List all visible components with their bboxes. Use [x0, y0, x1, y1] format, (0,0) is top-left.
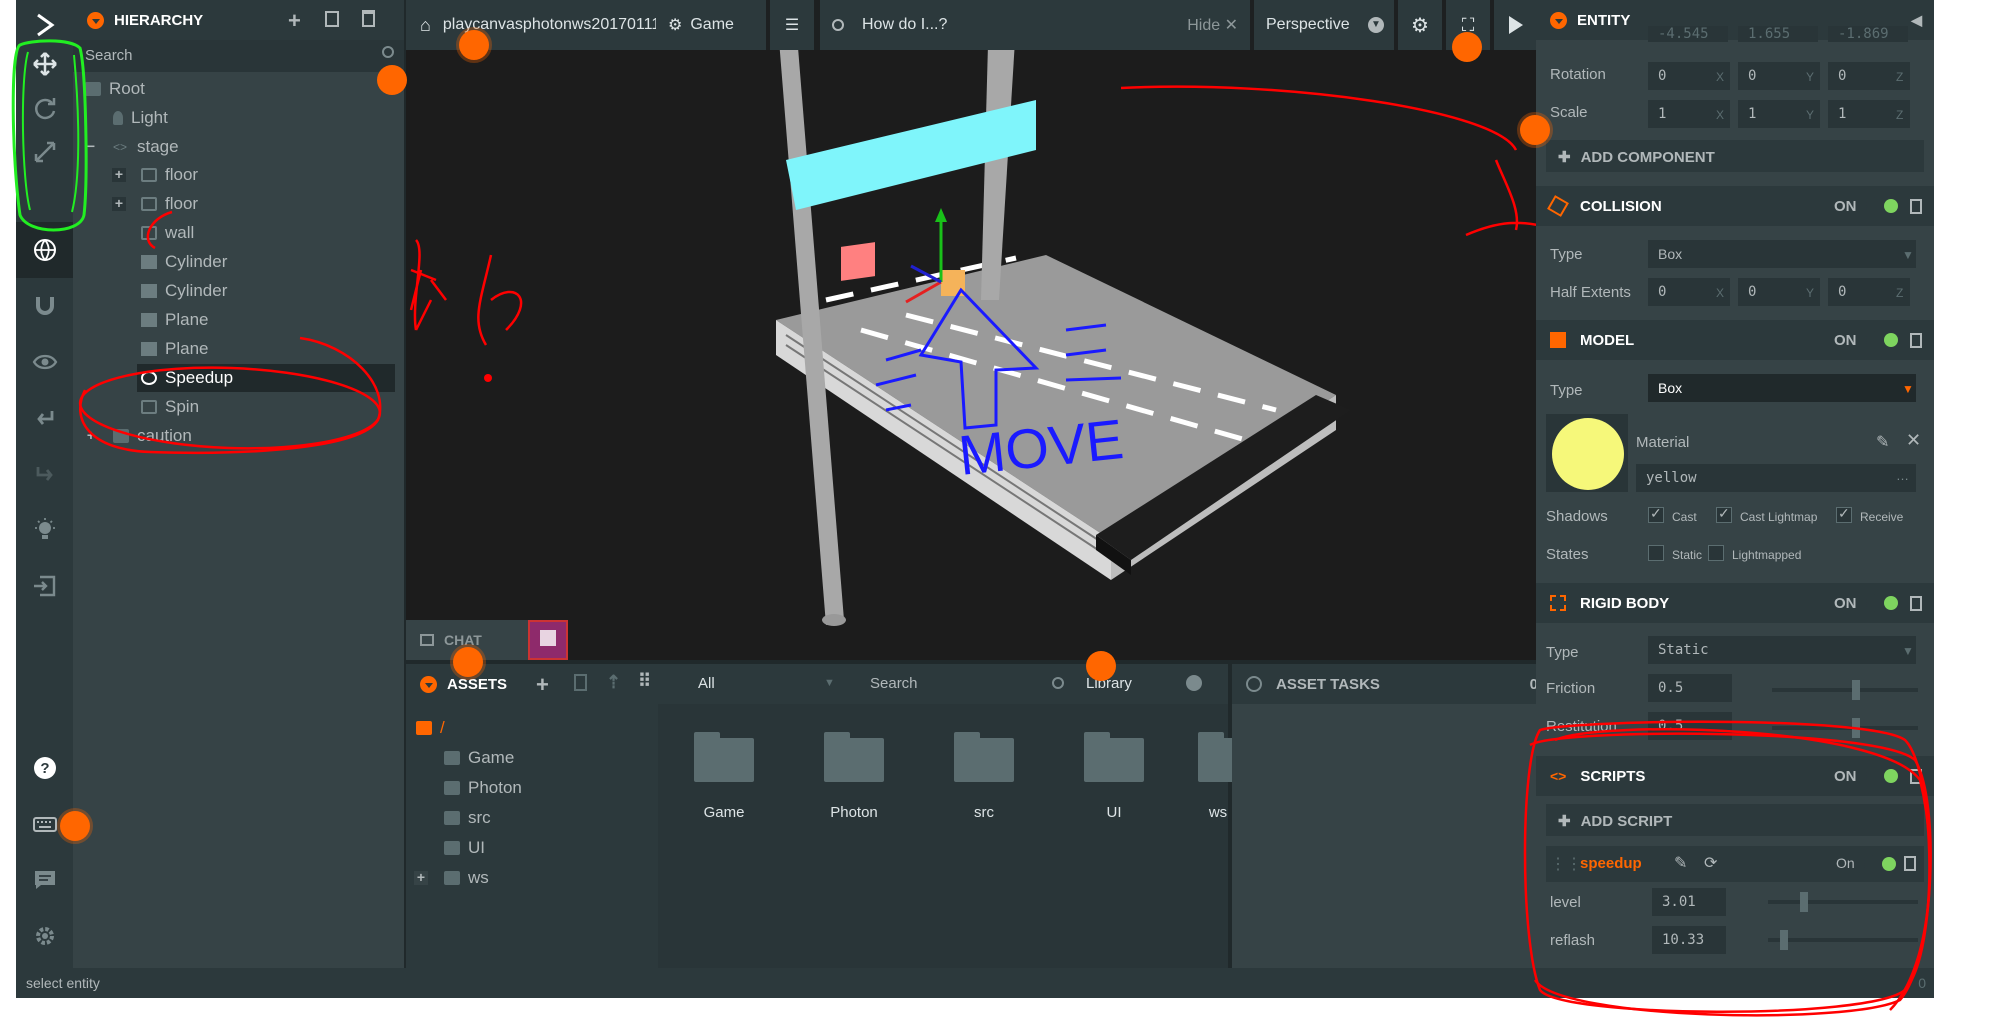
marker-dot: [1086, 651, 1116, 681]
green-annotation-stroke: [21, 51, 80, 213]
marker-dot: [57, 808, 93, 844]
marker-dot: [377, 65, 407, 95]
marker-dot: [450, 644, 486, 680]
red-annotation-strokes: [78, 210, 1932, 1017]
marker-dot: [1517, 112, 1553, 148]
screenshot-canvas: ? HIERARCHY + Search − Root Light − <>st…: [0, 0, 2005, 1024]
marker-dot: [456, 27, 492, 63]
annotation-overlay: [11, 27, 1932, 1017]
marker-dot: [1452, 32, 1482, 62]
